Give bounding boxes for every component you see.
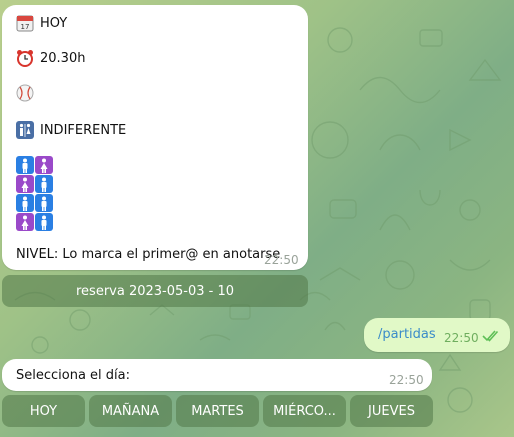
ball-icon (16, 84, 34, 102)
read-check-icon (482, 330, 500, 346)
woman-icon (16, 213, 34, 231)
message-line-day: 17 HOY (16, 14, 67, 32)
message-gender-text: INDIFERENTE (40, 122, 127, 138)
message-line-time: 20.30h (16, 49, 85, 67)
message-day-text: HOY (40, 15, 68, 31)
man-icon (35, 213, 53, 231)
day-keyboard: HOY MAÑANA MARTES MIÉRCO... JUEVES (2, 395, 433, 427)
message-time-text: 20.30h (40, 50, 86, 66)
inline-keyboard: reserva 2023-05-03 - 10 (2, 275, 308, 307)
day-button-jueves[interactable]: JUEVES (350, 395, 433, 427)
outgoing-timestamp: 22:50 (444, 331, 479, 345)
message-line-level: NIVEL: Lo marca el primer@ en anotarse (16, 247, 280, 262)
message-level-text: NIVEL: Lo marca el primer@ en anotarse (16, 247, 281, 262)
calendar-icon: 17 (16, 14, 34, 32)
day-button-martes[interactable]: MARTES (176, 395, 259, 427)
command-link[interactable]: /partidas (378, 327, 436, 342)
man-icon (16, 194, 34, 212)
svg-text:17: 17 (21, 23, 30, 31)
man-icon (35, 194, 53, 212)
message-line-gender: INDIFERENTE (16, 121, 126, 139)
woman-icon (16, 175, 34, 193)
alarm-clock-icon (16, 49, 34, 67)
day-button-miercoles[interactable]: MIÉRCO... (263, 395, 346, 427)
man-icon (35, 175, 53, 193)
message-line-sport (16, 84, 40, 102)
reserva-button[interactable]: reserva 2023-05-03 - 10 (2, 275, 308, 307)
player-slots-grid (16, 156, 53, 231)
bot-message-bubble: 17 HOY 20.30h INDIFERENTE NIVEL: Lo marc… (2, 5, 308, 270)
outgoing-message-bubble: /partidas 22:50 (364, 318, 510, 352)
prompt-timestamp: 22:50 (389, 373, 424, 387)
restroom-icon (16, 121, 34, 139)
woman-icon (35, 156, 53, 174)
prompt-message-bubble: Selecciona el día: 22:50 (2, 359, 432, 391)
message-timestamp: 22:50 (264, 253, 299, 267)
day-button-hoy[interactable]: HOY (2, 395, 85, 427)
man-icon (16, 156, 34, 174)
day-button-manana[interactable]: MAÑANA (89, 395, 172, 427)
prompt-text: Selecciona el día: (16, 368, 131, 383)
